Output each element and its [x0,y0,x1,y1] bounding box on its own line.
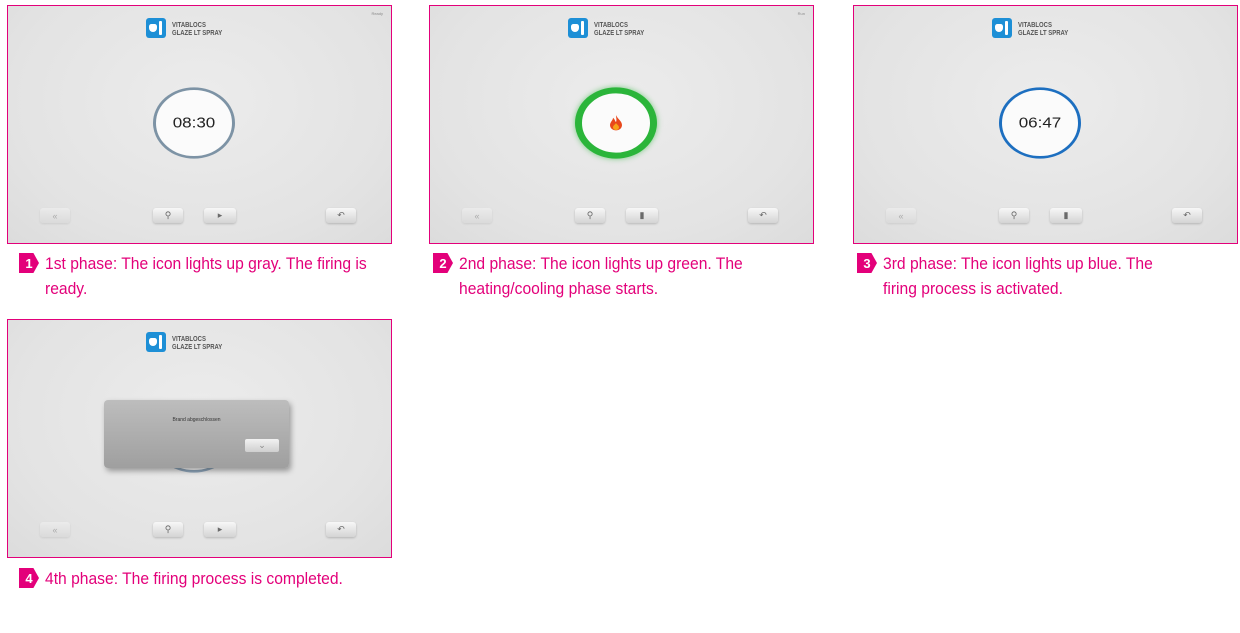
step-number-badge: 2 [433,253,453,273]
return-button[interactable]: ↶ [748,208,778,223]
product-name: VITABLOCS GLAZE LT SPRAY [172,336,223,351]
firing-timer-dial[interactable]: 08:30 [153,87,235,159]
firing-timer-dial[interactable]: 06:47 [999,87,1081,159]
status-text: Run [797,11,805,16]
product-logo-icon [146,332,166,352]
pause-button[interactable]: ▮ [626,208,658,223]
key-button[interactable]: ⚲ [999,208,1029,223]
step-number-badge: 3 [857,253,877,273]
pause-button[interactable]: ▮ [1050,208,1082,223]
return-button[interactable]: ↶ [326,522,356,537]
product-name: VITABLOCS GLAZE LT SPRAY [1018,22,1069,37]
caption-text: 1st phase: The icon lights up gray. The … [45,254,367,298]
back-nav-button[interactable]: « [40,208,70,223]
product-logo-icon [146,18,166,38]
key-button[interactable]: ⚲ [153,522,183,537]
phase-3-screen: VITABLOCS GLAZE LT SPRAY 06:47 « ⚲ ▮ ↶ [853,5,1238,244]
return-button[interactable]: ↶ [326,208,356,223]
product-logo-icon [568,18,588,38]
product-logo-icon [992,18,1012,38]
back-nav-button[interactable]: « [886,208,916,223]
phase-3-panel: VITABLOCS GLAZE LT SPRAY 06:47 « ⚲ ▮ ↶ [853,5,1238,244]
phase-1-panel: Ready VITABLOCS GLAZE LT SPRAY 08:30 « ⚲ … [7,5,392,244]
key-button[interactable]: ⚲ [153,208,183,223]
firing-heating-dial[interactable] [575,87,657,159]
step-number-badge: 1 [19,253,39,273]
step-number-badge: 4 [19,568,39,588]
dialog-message: Brand abgeschlossen [172,417,221,423]
return-button[interactable]: ↶ [1172,208,1202,223]
phase-2-screen: Run VITABLOCS GLAZE LT SPRAY « ⚲ ▮ ↶ [429,5,814,244]
product-name: VITABLOCS GLAZE LT SPRAY [594,22,645,37]
caption-text: 3rd phase: The icon lights up blue. The … [883,254,1153,298]
completion-dialog: Brand abgeschlossen ⌄ [104,400,289,468]
start-button[interactable]: ▸ [204,522,236,537]
phase-2-panel: Run VITABLOCS GLAZE LT SPRAY « ⚲ ▮ ↶ [429,5,814,244]
start-button[interactable]: ▸ [204,208,236,223]
back-nav-button[interactable]: « [462,208,492,223]
phase-4-screen: VITABLOCS GLAZE LT SPRAY Brand abgeschlos… [7,319,392,558]
phase-1-screen: Ready VITABLOCS GLAZE LT SPRAY 08:30 « ⚲ … [7,5,392,244]
key-button[interactable]: ⚲ [575,208,605,223]
dialog-confirm-button[interactable]: ⌄ [245,439,279,452]
flame-icon [610,115,622,131]
phase-4-panel: VITABLOCS GLAZE LT SPRAY Brand abgeschlos… [7,319,392,558]
back-nav-button[interactable]: « [40,522,70,537]
product-name: VITABLOCS GLAZE LT SPRAY [172,22,223,37]
caption-text: 2nd phase: The icon lights up green. The… [459,254,743,298]
status-text: Ready [371,11,383,16]
caption-text: 4th phase: The firing process is complet… [45,569,343,588]
